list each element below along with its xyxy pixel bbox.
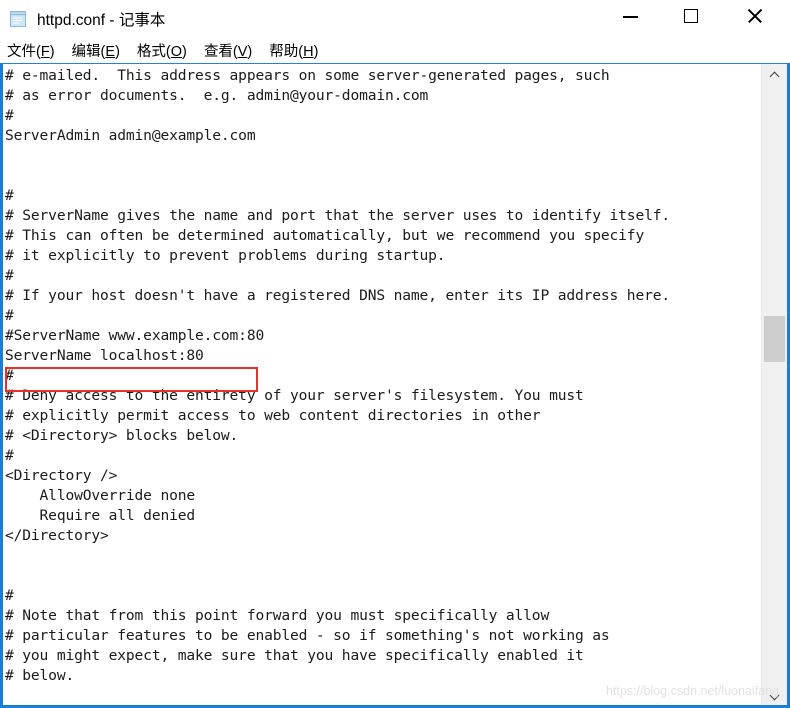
menu-item-edit[interactable]: 编辑(E) bbox=[72, 40, 120, 61]
window-title: httpd.conf - 记事本 bbox=[37, 12, 166, 29]
menu-bar: 文件(F) 编辑(E) 格式(O) 查看(V) 帮助(H) bbox=[0, 38, 790, 62]
menu-item-file[interactable]: 文件(F) bbox=[7, 40, 55, 61]
notepad-icon bbox=[9, 10, 28, 29]
minimize-button[interactable] bbox=[607, 0, 653, 31]
scroll-down-button[interactable] bbox=[762, 683, 787, 705]
maximize-button[interactable] bbox=[667, 0, 713, 31]
title-bar: httpd.conf - 记事本 bbox=[0, 0, 790, 38]
minimize-icon bbox=[622, 8, 638, 23]
menu-label-file: 文件 bbox=[7, 43, 36, 60]
chevron-up-icon bbox=[770, 71, 779, 80]
menu-accel-edit: E bbox=[105, 43, 116, 60]
scroll-up-button[interactable] bbox=[762, 64, 787, 86]
menu-label-format: 格式 bbox=[136, 43, 166, 60]
menu-label-help: 帮助 bbox=[269, 43, 299, 60]
scrollbar-thumb[interactable] bbox=[764, 316, 785, 362]
menu-label-view: 查看 bbox=[203, 43, 233, 60]
menu-accel-file: F bbox=[40, 43, 50, 60]
menu-accel-view: V bbox=[237, 43, 248, 60]
menu-accel-help: H bbox=[303, 43, 314, 60]
menu-label-edit: 编辑 bbox=[71, 43, 101, 60]
vertical-scrollbar[interactable] bbox=[761, 64, 787, 705]
notepad-window: httpd.conf - 记事本 文件(F) 编辑(E) 格式(O) 查看(V)… bbox=[0, 0, 790, 708]
chevron-down-icon bbox=[770, 690, 779, 699]
maximize-icon bbox=[683, 8, 698, 23]
config-file-text[interactable]: # e-mailed. This address appears on some… bbox=[3, 64, 761, 686]
menu-accel-format: O bbox=[170, 43, 183, 60]
close-icon bbox=[747, 8, 762, 23]
text-editor-area: # e-mailed. This address appears on some… bbox=[0, 63, 790, 708]
menu-item-view[interactable]: 查看(V) bbox=[204, 40, 252, 61]
close-button[interactable] bbox=[731, 0, 777, 31]
text-content-region[interactable]: # e-mailed. This address appears on some… bbox=[3, 64, 761, 705]
menu-item-help[interactable]: 帮助(H) bbox=[269, 40, 318, 61]
menu-item-format[interactable]: 格式(O) bbox=[137, 40, 187, 61]
